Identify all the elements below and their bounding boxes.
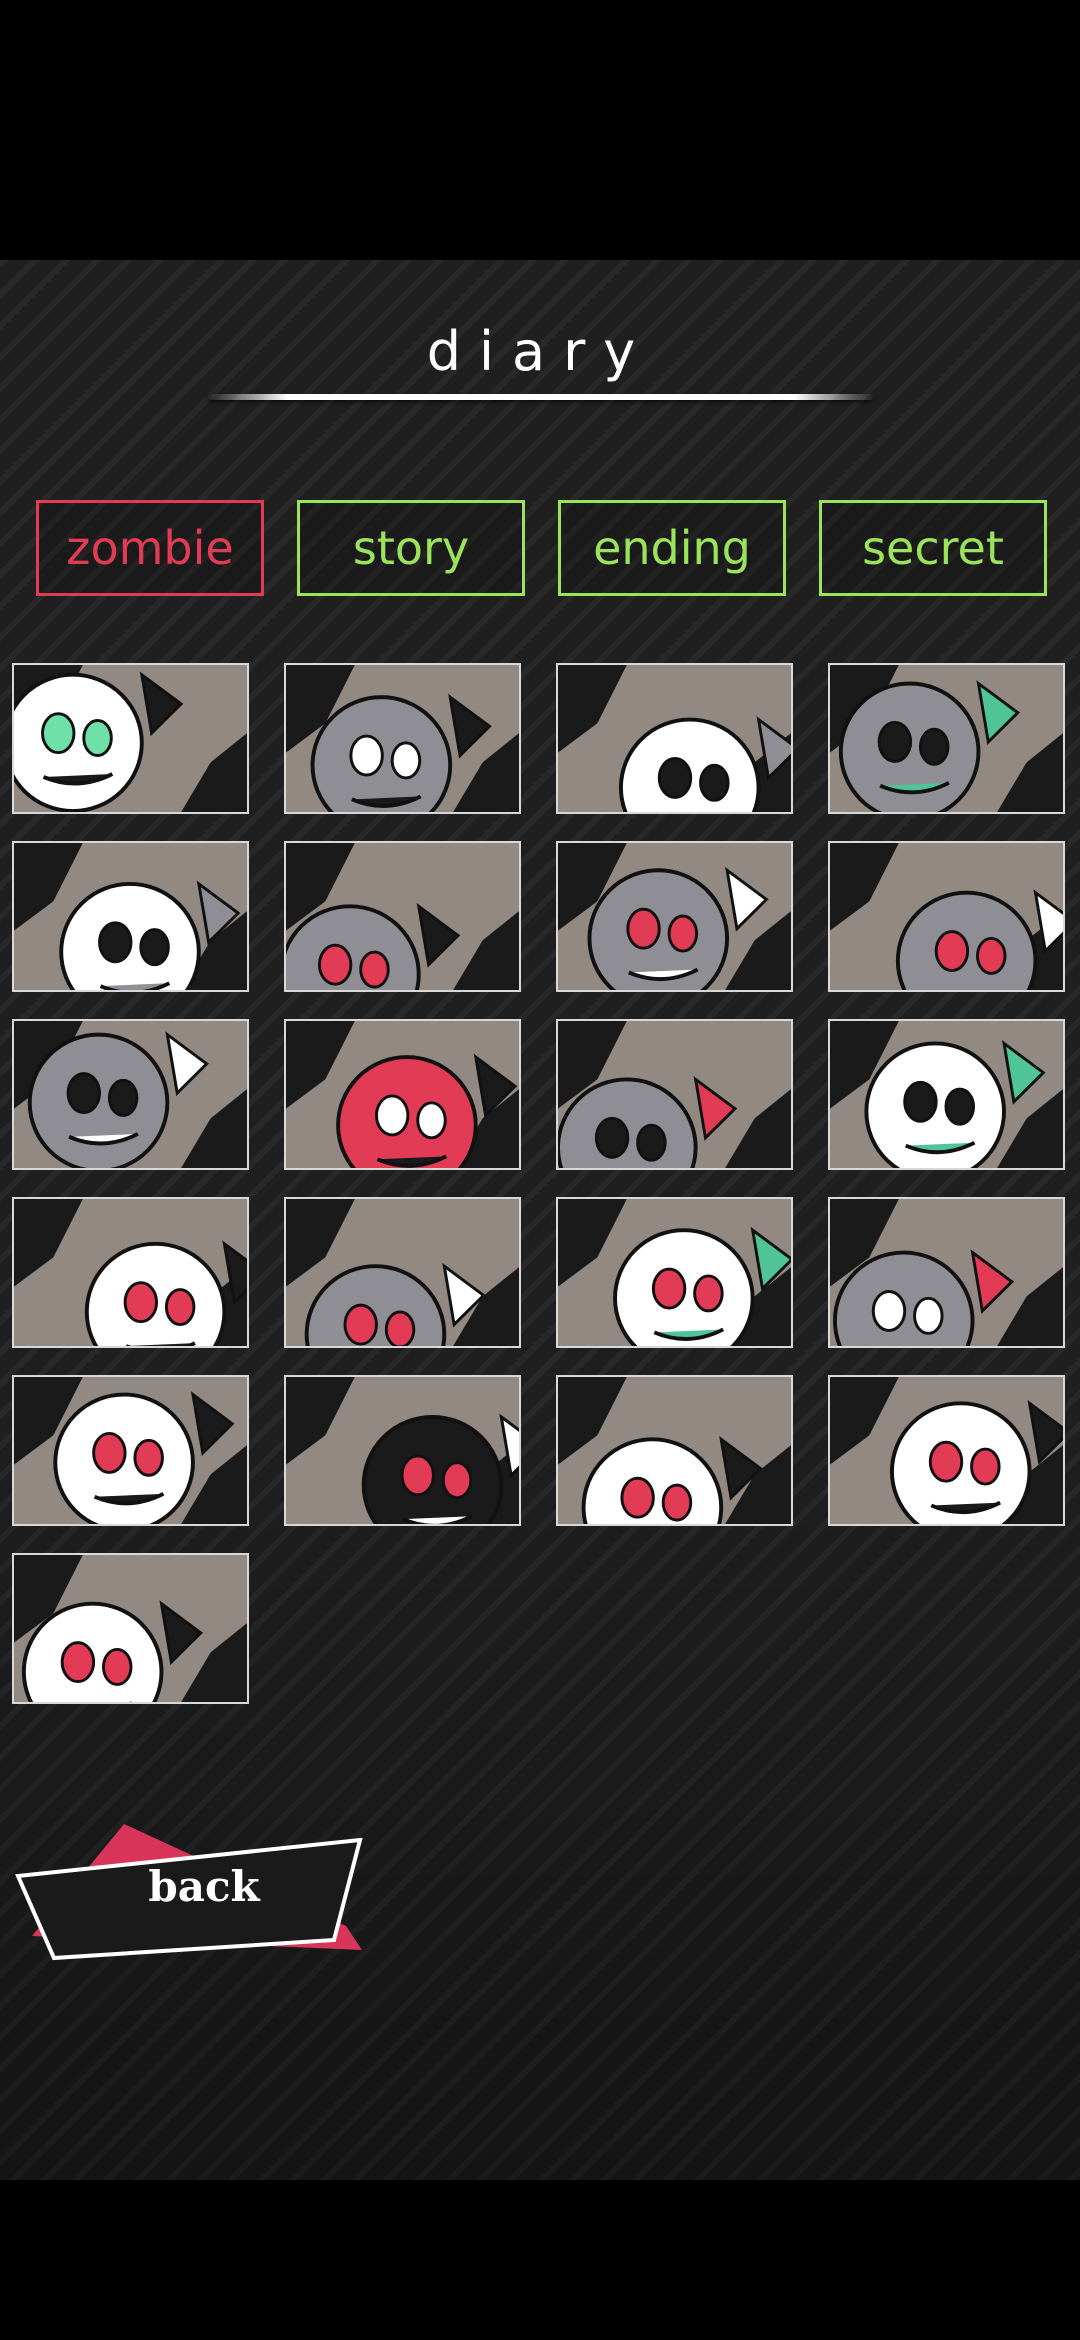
skull-face-zombie-thumbnail[interactable] bbox=[12, 841, 249, 992]
back-label: back bbox=[148, 1862, 260, 1911]
heart-shirt-zombie-thumbnail[interactable] bbox=[556, 1019, 793, 1170]
white-rabbit-zombie-thumbnail[interactable] bbox=[12, 663, 249, 814]
category-tabs: zombie story ending secret bbox=[36, 500, 1047, 596]
crying-zombie-thumbnail[interactable] bbox=[556, 841, 793, 992]
masked-black-hair-zombie-thumbnail[interactable] bbox=[284, 1375, 521, 1526]
stitched-face-zombie-thumbnail[interactable] bbox=[556, 1197, 793, 1348]
grinning-mask-zombie-thumbnail[interactable] bbox=[828, 1019, 1065, 1170]
game-screen: diary zombie story ending secret back bbox=[0, 0, 1080, 2340]
grinning-teeth-zombie-thumbnail[interactable] bbox=[556, 663, 793, 814]
title-underline bbox=[208, 394, 874, 400]
tab-ending[interactable]: ending bbox=[558, 500, 786, 596]
spiky-balloon-zombie-thumbnail[interactable] bbox=[12, 1019, 249, 1170]
ghost-companion-zombie-thumbnail[interactable] bbox=[828, 1197, 1065, 1348]
long-hair-zombie-thumbnail[interactable] bbox=[284, 841, 521, 992]
gray-hair-zombie-thumbnail[interactable] bbox=[284, 1197, 521, 1348]
page-title: diary bbox=[426, 320, 654, 383]
chained-creature-thumbnail[interactable] bbox=[828, 663, 1065, 814]
twin-zombies-thumbnail[interactable] bbox=[828, 1375, 1065, 1526]
silver-hair-zombie-thumbnail[interactable] bbox=[12, 1553, 249, 1704]
white-hair-zombie-thumbnail[interactable] bbox=[12, 1197, 249, 1348]
tab-story[interactable]: story bbox=[297, 500, 525, 596]
tab-secret[interactable]: secret bbox=[819, 500, 1047, 596]
sleeping-gray-zombie-thumbnail[interactable] bbox=[284, 663, 521, 814]
tab-zombie[interactable]: zombie bbox=[36, 500, 264, 596]
back-button[interactable]: back bbox=[14, 1820, 366, 1966]
hooded-button-eyes-zombie-thumbnail[interactable] bbox=[284, 1019, 521, 1170]
many-eyes-blob-thumbnail[interactable] bbox=[828, 841, 1065, 992]
one-eye-stitched-zombie-thumbnail[interactable] bbox=[12, 1375, 249, 1526]
winged-white-hair-zombie-thumbnail[interactable] bbox=[556, 1375, 793, 1526]
